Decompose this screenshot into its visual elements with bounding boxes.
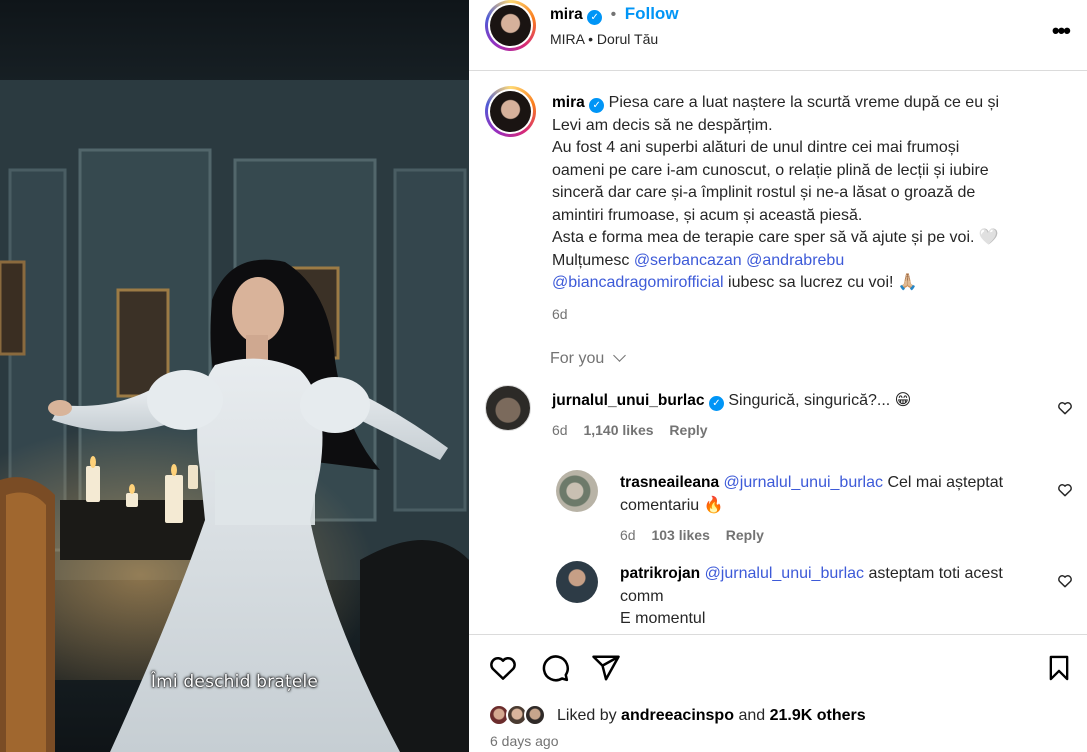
comment-text: Singurică, singurică?... 😁 [728, 392, 912, 409]
like-comment-heart-icon[interactable] [1057, 573, 1073, 589]
liked-by-user[interactable]: andreeacinspo [621, 707, 734, 724]
liker-avatar [524, 704, 546, 726]
comment-time[interactable]: 6d [620, 527, 636, 543]
like-heart-icon[interactable] [488, 653, 518, 683]
verified-badge-icon: ✓ [589, 98, 605, 113]
caption-thanks-suffix: iubesc sa lucrez cu voi! 🙏🏼 [728, 274, 918, 291]
post-details-panel: mira ✓ • Follow MIRA • Dorul Tău ••• mir… [469, 0, 1087, 752]
header-separator: • [610, 6, 617, 23]
save-bookmark-icon[interactable] [1045, 653, 1073, 683]
audio-artist: MIRA [550, 31, 585, 47]
caption-avatar[interactable] [485, 86, 536, 137]
mention-link[interactable]: @serbancazan [634, 252, 742, 269]
comment-text: comentariu 🔥 [620, 496, 724, 514]
like-comment-heart-icon[interactable] [1057, 400, 1073, 416]
commenter-username[interactable]: trasneaileana [620, 474, 719, 491]
caption-line: oameni pe care i-am cunoscut, o relație … [552, 161, 989, 179]
verified-badge-icon: ✓ [587, 10, 603, 25]
mention-link[interactable]: @andrabrebu [746, 252, 844, 269]
commenter-username[interactable]: jurnalul_unui_burlac [552, 392, 704, 409]
caption-thanks: Mulțumesc [552, 251, 630, 269]
liked-by-others[interactable]: 21.9K others [770, 707, 866, 724]
comment-text: comm [620, 587, 664, 605]
post-header: mira ✓ • Follow MIRA • Dorul Tău ••• [469, 0, 1087, 71]
video-frame-illustration [0, 80, 469, 752]
commenter-avatar[interactable] [556, 561, 598, 603]
comment-text: Cel mai așteptat [887, 474, 1004, 491]
for-you-label: For you [550, 350, 605, 367]
audio-separator: • [588, 31, 594, 47]
commenter-avatar[interactable] [556, 470, 598, 512]
comment-icon[interactable] [540, 653, 570, 683]
caption-time[interactable]: 6d [552, 303, 1072, 326]
video-subtitle: Îmi deschid brațele [150, 672, 319, 692]
mention-link[interactable]: @jurnalul_unui_burlac [724, 474, 883, 491]
caption-line: sinceră dar care și-a împlinit rostul și… [552, 184, 976, 201]
audio-link[interactable]: MIRA • Dorul Tău [550, 31, 658, 47]
comment-time[interactable]: 6d [552, 422, 568, 438]
audio-title: Dorul Tău [596, 31, 659, 47]
share-paper-plane-icon[interactable] [591, 653, 621, 683]
for-you-sort[interactable]: For you [550, 349, 626, 368]
reply-button[interactable]: Reply [726, 527, 764, 543]
more-horizontal-icon[interactable]: ••• [1052, 18, 1071, 44]
comments-section[interactable]: mira ✓ Piesa care a luat naștere la scur… [469, 72, 1087, 634]
author-avatar[interactable] [485, 0, 536, 51]
reply-button[interactable]: Reply [669, 422, 707, 438]
like-comment-heart-icon[interactable] [1057, 482, 1073, 498]
chevron-down-icon [612, 349, 626, 362]
comment-likes[interactable]: 1,140 likes [583, 422, 653, 438]
post-actions-footer: Liked by andreeacinspo and 21.9K others … [469, 634, 1087, 752]
post-caption: mira ✓ Piesa care a luat naștere la scur… [552, 92, 1072, 325]
comment-text: asteptam toti acest [868, 565, 1003, 582]
commenter-avatar[interactable] [485, 385, 531, 431]
liked-by-summary: Liked by andreeacinspo and 21.9K others [557, 707, 866, 725]
verified-badge-icon: ✓ [708, 396, 724, 411]
follow-button[interactable]: Follow [625, 4, 679, 23]
caption-line: Piesa care a luat naștere la scurtă vrem… [608, 94, 1000, 111]
posted-time[interactable]: 6 days ago [490, 733, 559, 749]
caption-line: Au fost 4 ani superbi alături de unul di… [552, 139, 960, 156]
caption-line: Asta e forma mea de terapie care sper să… [552, 229, 999, 246]
liked-by-and: and [738, 707, 766, 724]
caption-line: amintiri frumoase, și acum și această pi… [552, 206, 863, 224]
mention-link[interactable]: @biancadragomirofficial [552, 274, 724, 291]
author-username[interactable]: mira [550, 6, 583, 23]
comment-likes[interactable]: 103 likes [651, 527, 709, 543]
commenter-username[interactable]: patrikrojan [620, 565, 700, 582]
caption-line: Levi am decis să ne despărțim. [552, 116, 773, 134]
caption-username[interactable]: mira [552, 94, 585, 111]
liked-by-prefix: Liked by [557, 707, 617, 724]
comment-text: E momentul [620, 610, 706, 627]
mention-link[interactable]: @jurnalul_unui_burlac [705, 565, 864, 582]
post-media-video[interactable]: Îmi deschid brațele [0, 0, 469, 752]
